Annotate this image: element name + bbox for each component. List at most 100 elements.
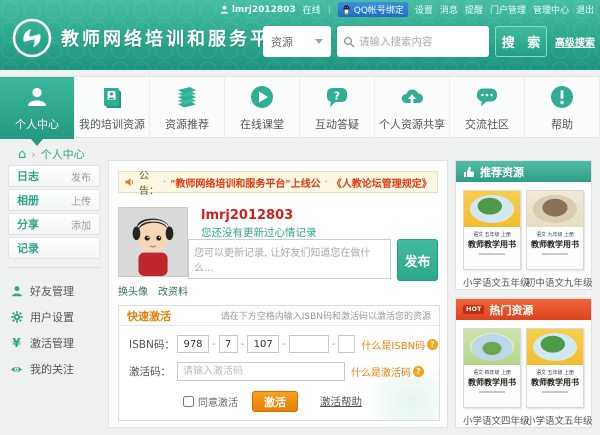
- sidebar-item-action[interactable]: 上传: [71, 193, 91, 208]
- activation-code-input[interactable]: [177, 362, 345, 381]
- topbar-link-settings[interactable]: 设置: [415, 3, 433, 16]
- topbar-link-admin-center[interactable]: 管理中心: [533, 3, 569, 16]
- nav-tab-help[interactable]: 帮助: [525, 77, 600, 139]
- site-title: 教师网络培训和服务平台: [61, 25, 292, 51]
- recommended-resources-panel: 推荐资源 语文 五年级 上册 教师教学用书 小学语文五年级: [455, 160, 592, 290]
- sidebar-item-my-follows[interactable]: 我的关注: [8, 356, 100, 382]
- sidebar-item-album[interactable]: 相册 上传: [8, 189, 100, 211]
- topbar-link-logout[interactable]: 退出: [576, 3, 594, 16]
- question-badge-icon[interactable]: ?: [413, 366, 424, 377]
- agree-checkbox[interactable]: [183, 396, 194, 407]
- speaker-icon: [125, 177, 135, 187]
- sidebar-item-share[interactable]: 分享 添加: [8, 213, 100, 235]
- logo-row: 教师网络培训和服务平台: [12, 18, 292, 58]
- nav-tab-label: 交流社区: [465, 116, 509, 132]
- activation-title: 快速激活: [127, 308, 171, 324]
- announcement-bar: 公告： · "教师网络培训和服务平台"上线公 · 《人教论坛管理规定》: [118, 171, 438, 193]
- sidebar: 日志 发布 相册 上传 分享 添加 记录 好友管理 用户设置: [8, 165, 100, 382]
- what-is-isbn-link[interactable]: 什么是ISBN码: [361, 337, 425, 352]
- advanced-search-link[interactable]: 高级搜索: [555, 34, 595, 49]
- avatar[interactable]: [118, 207, 188, 277]
- breadcrumb-current: 个人中心: [41, 146, 85, 162]
- site-logo-icon: [12, 18, 52, 58]
- isbn-field-3[interactable]: [247, 335, 279, 353]
- topbar-user[interactable]: lmrj2012803: [220, 5, 296, 15]
- bullet: ·: [325, 177, 328, 188]
- sidebar-item-activation-management[interactable]: ¥ 激活管理: [8, 330, 100, 356]
- isbn-field-5[interactable]: [338, 335, 355, 353]
- search-button[interactable]: 搜 索: [495, 26, 547, 57]
- nav-tab-interactive-qa[interactable]: ? 互动答疑: [300, 77, 375, 139]
- nav-tab-personal-center[interactable]: 个人中心: [0, 77, 75, 139]
- sidebar-item-label: 相册: [17, 192, 39, 208]
- isbn-field-1[interactable]: [177, 335, 209, 353]
- book-cover: 语文 四年级 上册 教师教学用书: [463, 328, 521, 408]
- sidebar-item-label: 好友管理: [30, 283, 74, 299]
- isbn-field-4[interactable]: [289, 335, 329, 353]
- sidebar-item-label: 激活管理: [30, 335, 74, 351]
- sidebar-item-label: 记录: [17, 240, 39, 256]
- nav-tab-resource-recommend[interactable]: 资源推荐: [150, 77, 225, 139]
- topbar-link-portal-admin[interactable]: 门户管理: [490, 3, 526, 16]
- change-avatar-link[interactable]: 换头像: [118, 283, 148, 298]
- book-caption[interactable]: 小学语文五年级: [463, 275, 521, 289]
- cover-illustration: [470, 195, 514, 223]
- main-panel: 公告： · "教师网络培训和服务平台"上线公 · 《人教论坛管理规定》: [108, 160, 448, 428]
- announcement-link-forum-rules[interactable]: 《人教论坛管理规定》: [332, 175, 432, 190]
- book-caption[interactable]: 小学语文五年级: [526, 413, 584, 427]
- topbar-link-reminders[interactable]: 提醒: [465, 3, 483, 16]
- activation-help-link[interactable]: 激活帮助: [320, 394, 362, 409]
- nav-tab-community[interactable]: 交流社区: [450, 77, 525, 139]
- search-input[interactable]: [359, 36, 479, 48]
- search-category-dropdown[interactable]: 资源: [263, 26, 331, 57]
- book-card[interactable]: 语文 九年级 上册 教师教学用书 初中语文九年级: [526, 190, 584, 289]
- book-card[interactable]: 语文 四年级 上册 教师教学用书 小学语文四年级: [463, 328, 521, 427]
- what-is-code-link[interactable]: 什么是激活码: [351, 364, 411, 379]
- publish-button[interactable]: 发布: [397, 239, 438, 281]
- sidebar-item-friend-management[interactable]: 好友管理: [8, 278, 100, 304]
- cloud-upload-icon: [399, 84, 425, 110]
- activation-hint: 请在下方空格内输入ISBN码和激活码以激活您的资源: [221, 309, 431, 322]
- book-card[interactable]: 语文 五年级 上册 教师教学用书 小学语文五年级: [526, 328, 584, 427]
- hot-body: 语文 四年级 上册 教师教学用书 小学语文四年级 语文 五年级 上册 教师教学用…: [456, 320, 591, 427]
- activation-code-label: 激活码：: [129, 364, 177, 379]
- search-category-value: 资源: [271, 34, 293, 50]
- sidebar-item-action[interactable]: 添加: [71, 217, 91, 232]
- mood-textarea[interactable]: [188, 239, 391, 279]
- avatar-links: 换头像 改资料: [118, 283, 188, 298]
- nav-tab-label: 互动答疑: [315, 116, 359, 132]
- nav-tab-label: 个人中心: [15, 116, 59, 132]
- svg-text:?: ?: [334, 90, 340, 103]
- qq-bind-button[interactable]: QQ帐号绑定: [338, 2, 408, 17]
- book-caption[interactable]: 初中语文九年级: [526, 275, 584, 289]
- topbar: lmrj2012803 在线 | QQ帐号绑定 设置 消息 提醒 门户管理 管理…: [220, 2, 594, 17]
- book-cover: 语文 五年级 上册 教师教学用书: [463, 190, 521, 270]
- topbar-link-messages[interactable]: 消息: [440, 3, 458, 16]
- agree-checkbox-label[interactable]: 同意激活: [183, 394, 238, 409]
- gear-icon: [10, 311, 23, 324]
- edit-profile-link[interactable]: 改资料: [158, 283, 188, 298]
- sidebar-item-records[interactable]: 记录: [8, 237, 100, 259]
- cover-subtitle: 语文 四年级 上册: [467, 368, 517, 375]
- book-caption[interactable]: 小学语文四年级: [463, 413, 521, 427]
- isbn-row: ISBN码： - - - - 什么是ISBN码 ?: [129, 335, 439, 353]
- sidebar-item-journal[interactable]: 日志 发布: [8, 165, 100, 187]
- training-book-icon: [99, 84, 125, 110]
- isbn-field-2[interactable]: [219, 335, 238, 353]
- book-card[interactable]: 语文 五年级 上册 教师教学用书 小学语文五年级: [463, 190, 521, 289]
- agree-text: 同意激活: [198, 394, 238, 409]
- sidebar-item-label: 分享: [17, 216, 39, 232]
- cover-subtitle: 语文 五年级 上册: [530, 368, 580, 375]
- activate-button[interactable]: 激活: [252, 391, 298, 412]
- sidebar-divider: [8, 267, 100, 268]
- friend-icon: [10, 285, 23, 298]
- sidebar-item-user-settings[interactable]: 用户设置: [8, 304, 100, 330]
- book-cover: 语文 五年级 上册 教师教学用书: [526, 328, 584, 408]
- nav-tab-personal-resource-share[interactable]: 个人资源共享: [375, 77, 450, 139]
- nav-tab-my-training-resources[interactable]: 我的培训资源: [75, 77, 150, 139]
- question-badge-icon[interactable]: ?: [427, 339, 438, 350]
- home-icon[interactable]: ⌂: [18, 148, 26, 161]
- nav-tab-online-classroom[interactable]: 在线课堂: [225, 77, 300, 139]
- sidebar-item-action[interactable]: 发布: [71, 169, 91, 184]
- announcement-link-launch[interactable]: "教师网络培训和服务平台"上线公: [170, 175, 320, 190]
